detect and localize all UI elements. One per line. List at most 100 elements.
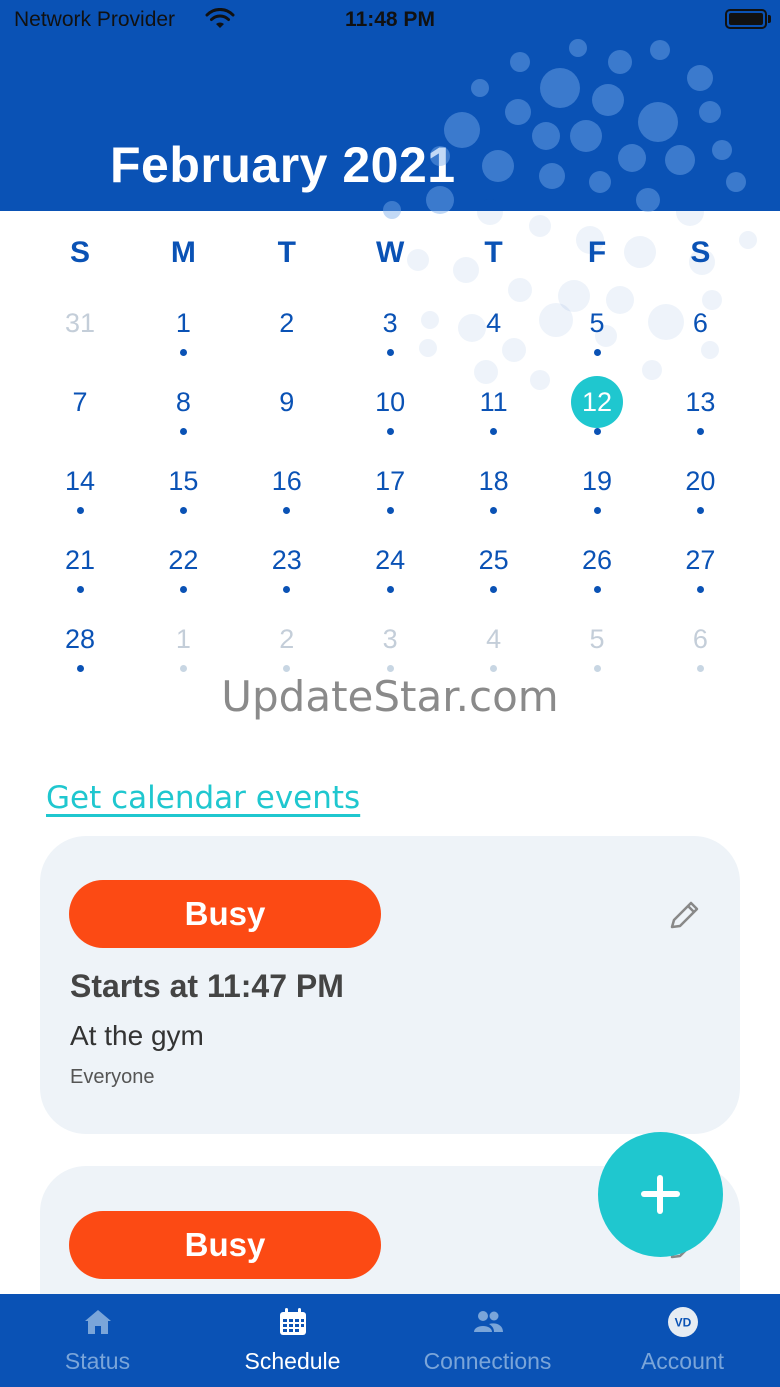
- day-number: 17: [375, 466, 406, 496]
- calendar-day[interactable]: 13: [648, 376, 752, 455]
- event-indicator-dot: [490, 665, 498, 672]
- event-indicator-dot: [593, 507, 601, 514]
- battery-icon: [725, 9, 767, 29]
- event-indicator-dot: [696, 665, 704, 672]
- day-number: 21: [64, 545, 96, 575]
- calendar-day[interactable]: 26: [545, 534, 649, 613]
- calendar-day[interactable]: 9: [235, 376, 339, 455]
- day-number: 26: [581, 545, 613, 575]
- event-indicator-dot: [593, 428, 601, 435]
- event-indicator-dot: [386, 349, 394, 356]
- avatar-icon: VD: [668, 1307, 698, 1337]
- event-indicator-dot: [696, 586, 704, 593]
- calendar-day[interactable]: 16: [235, 455, 339, 534]
- weekday-label: T: [484, 236, 503, 269]
- tab-schedule[interactable]: Schedule: [195, 1294, 390, 1387]
- calendar-day[interactable]: 2: [235, 297, 339, 376]
- weekday-label: W: [376, 236, 405, 269]
- day-number: 5: [589, 308, 605, 338]
- event-indicator-dot: [490, 507, 498, 514]
- month-title: February 2021: [110, 137, 456, 193]
- calendar-day[interactable]: 31: [28, 297, 132, 376]
- tab-account[interactable]: VD Account: [585, 1294, 780, 1387]
- day-number: 4: [486, 624, 502, 654]
- weekday-header: SMTWTFS: [28, 236, 752, 276]
- day-number: 19: [581, 466, 613, 496]
- watermark: UpdateStar.com: [221, 672, 559, 721]
- day-number: 8: [175, 387, 191, 417]
- event-indicator-dot: [179, 665, 187, 672]
- avatar-initials: VD: [675, 1316, 692, 1330]
- calendar-day[interactable]: 15: [131, 455, 235, 534]
- calendar-day[interactable]: 18: [442, 455, 546, 534]
- tab-label: Schedule: [244, 1348, 341, 1374]
- tab-status[interactable]: Status: [0, 1294, 195, 1387]
- calendar-day[interactable]: 17: [338, 455, 442, 534]
- calendar-day[interactable]: 10: [338, 376, 442, 455]
- calendar-day[interactable]: 19: [545, 455, 649, 534]
- calendar-day[interactable]: 14: [28, 455, 132, 534]
- busy-status-pill[interactable]: Busy: [69, 1211, 381, 1279]
- event-indicator-dot: [283, 507, 291, 514]
- calendar-day[interactable]: 8: [131, 376, 235, 455]
- event-indicator-dot: [490, 428, 498, 435]
- calendar-day[interactable]: 1: [131, 297, 235, 376]
- event-indicator-dot: [76, 586, 84, 593]
- calendar-day[interactable]: 25: [442, 534, 546, 613]
- calendar-day-selected[interactable]: 12: [545, 376, 649, 455]
- calendar-day[interactable]: 11: [442, 376, 546, 455]
- day-number: 4: [486, 308, 502, 338]
- weekday-label: T: [277, 236, 296, 269]
- event-indicator-dot: [179, 349, 187, 356]
- day-number: 1: [175, 308, 191, 338]
- tab-label: Account: [640, 1348, 725, 1374]
- day-number: 27: [685, 545, 716, 575]
- weekday-label: M: [170, 236, 196, 269]
- event-indicator-dot: [386, 507, 394, 514]
- day-number: 1: [175, 624, 191, 654]
- day-number: 18: [478, 466, 509, 496]
- event-indicator-dot: [386, 665, 394, 672]
- event-card[interactable]: Busy Starts at 11:47 PM At the gym Every…: [40, 836, 740, 1134]
- event-indicator-dot: [179, 507, 187, 514]
- calendar-day[interactable]: 24: [338, 534, 442, 613]
- app-header: Network Provider 11:48 PM February 2021: [0, 0, 780, 211]
- calendar-day[interactable]: 7: [28, 376, 132, 455]
- calendar-day[interactable]: 23: [235, 534, 339, 613]
- event-subtitle: At the gym: [70, 1020, 204, 1051]
- calendar-day[interactable]: 3: [338, 297, 442, 376]
- weekday-label: S: [69, 236, 90, 269]
- event-indicator-dot: [593, 665, 601, 672]
- day-number: 10: [375, 387, 406, 417]
- calendar-day[interactable]: 27: [648, 534, 752, 613]
- status-bar: Network Provider 11:48 PM: [0, 0, 780, 42]
- calendar-day[interactable]: 21: [28, 534, 132, 613]
- calendar-icon: [280, 1308, 306, 1335]
- day-number: 25: [478, 545, 509, 575]
- calendar-day[interactable]: 4: [442, 297, 546, 376]
- event-indicator-dot: [76, 507, 84, 514]
- event-indicator-dot: [593, 349, 601, 356]
- calendar-day[interactable]: 20: [648, 455, 752, 534]
- pencil-icon[interactable]: [664, 896, 704, 936]
- calendar-day[interactable]: 22: [131, 534, 235, 613]
- status-time: 11:48 PM: [345, 8, 435, 31]
- day-number: 2: [279, 624, 295, 654]
- get-calendar-events-link[interactable]: Get calendar events: [46, 780, 360, 816]
- event-indicator-dot: [593, 586, 601, 593]
- day-number: 9: [279, 387, 295, 417]
- day-number: 2: [279, 308, 295, 338]
- event-audience: Everyone: [70, 1066, 155, 1088]
- add-event-button[interactable]: [598, 1132, 723, 1257]
- day-number: 5: [589, 624, 605, 654]
- day-number: 31: [64, 308, 96, 338]
- day-number: 6: [692, 308, 708, 338]
- weekday-label: S: [690, 236, 711, 269]
- busy-status-pill[interactable]: Busy: [69, 880, 381, 948]
- decorative-dot: [529, 215, 551, 237]
- battery-cap: [768, 15, 771, 23]
- tab-connections[interactable]: Connections: [390, 1294, 585, 1387]
- calendar-day[interactable]: 6: [648, 297, 752, 376]
- day-number: 15: [168, 466, 199, 496]
- calendar-day[interactable]: 5: [545, 297, 649, 376]
